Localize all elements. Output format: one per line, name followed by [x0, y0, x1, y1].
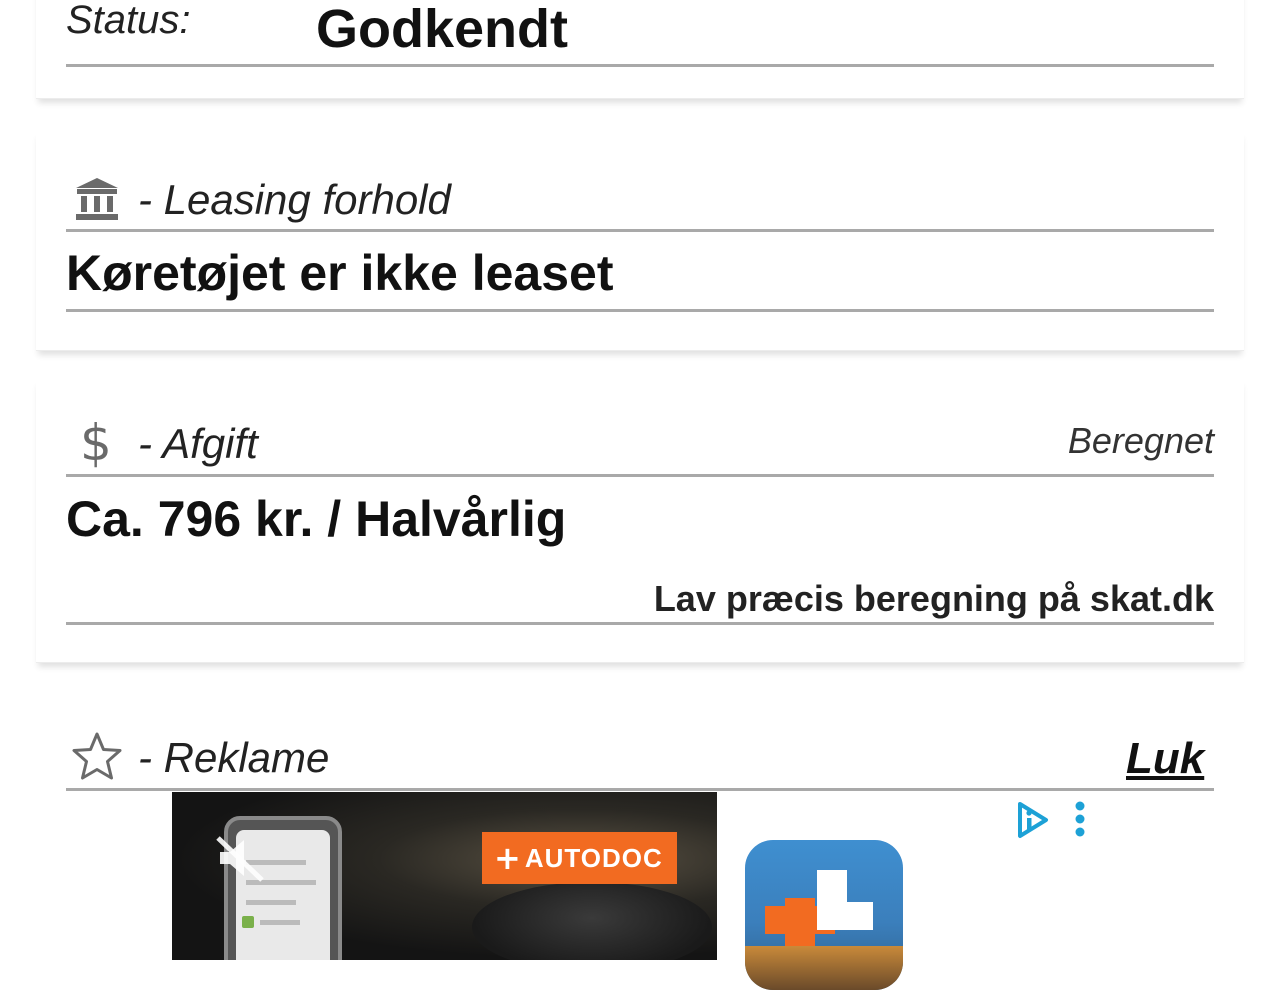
tax-link-divider: [66, 622, 1214, 625]
adchoices-icon[interactable]: [1012, 800, 1052, 840]
bank-icon: [76, 178, 118, 220]
status-divider: [66, 64, 1214, 67]
leasing-title-divider: [66, 229, 1214, 232]
brand-name: AUTODOC: [524, 842, 663, 873]
status-label: Status:: [66, 0, 191, 42]
more-options-icon[interactable]: [1073, 800, 1087, 840]
tax-title-divider: [66, 474, 1214, 477]
app-icon[interactable]: [745, 840, 903, 990]
dollar-icon: $: [80, 414, 112, 472]
tax-value: Ca. 796 kr. / Halvårlig: [66, 491, 567, 547]
leasing-value: Køretøjet er ikke leaset: [66, 245, 614, 301]
tax-note: Beregnet: [1067, 420, 1214, 461]
status-card: [36, 0, 1244, 99]
leasing-card: [36, 130, 1244, 351]
leasing-value-divider: [66, 309, 1214, 312]
brand-badge: + AUTODOC: [482, 832, 677, 884]
tax-title: - Afgift: [138, 420, 258, 467]
car-image: [472, 882, 712, 960]
star-icon: [72, 732, 122, 780]
ad-title: - Reklame: [138, 734, 330, 781]
mute-icon[interactable]: [212, 830, 268, 886]
leasing-title: - Leasing forhold: [138, 176, 451, 223]
brand-plus: +: [494, 839, 521, 877]
ad-close-link[interactable]: Luk: [1126, 734, 1204, 784]
skat-link[interactable]: Lav præcis beregning på skat.dk: [654, 578, 1214, 620]
ad-banner-image[interactable]: + AUTODOC: [172, 792, 717, 960]
ad-title-divider: [66, 788, 1214, 791]
status-value: Godkendt: [316, 0, 568, 59]
